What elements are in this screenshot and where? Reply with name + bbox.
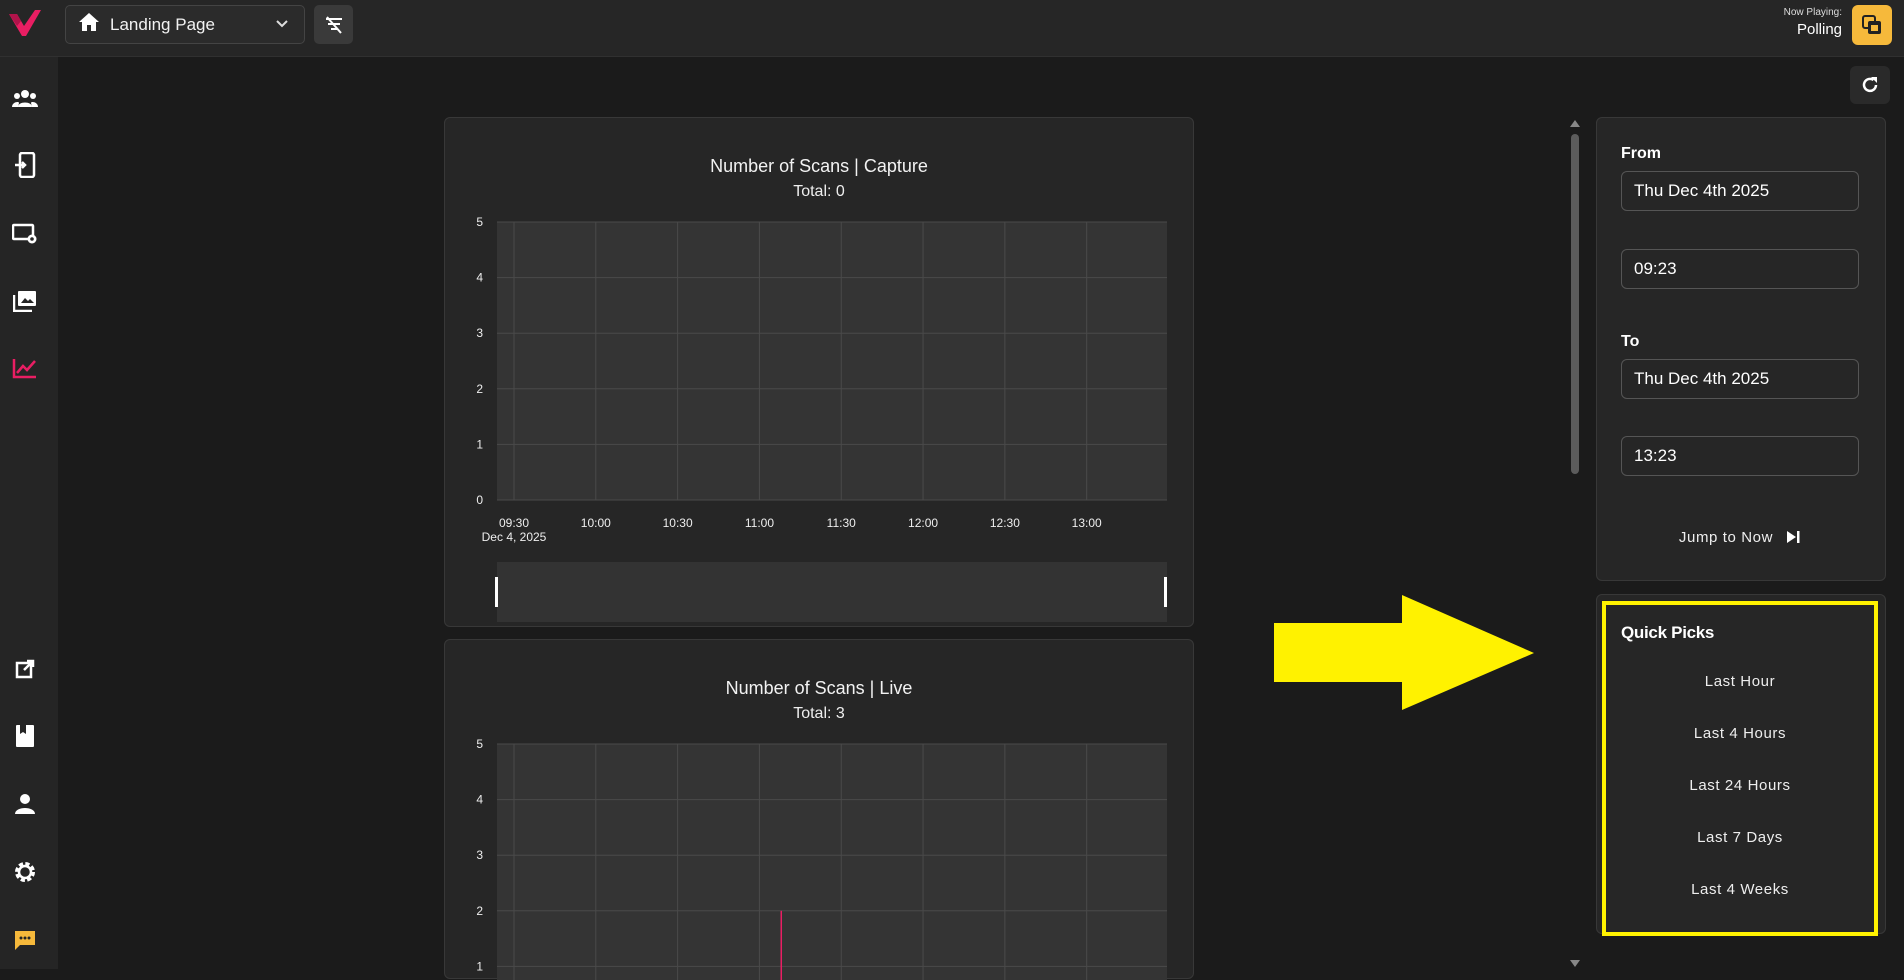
chart-card-live: Number of Scans | Live Total: 3 12345 [444,639,1194,980]
y-tick-label: 2 [476,382,483,396]
page-selector[interactable]: Landing Page [65,5,305,44]
skip-next-icon [1787,531,1800,543]
scans-capture-chart: 0 1 2 3 4 5 09:30 10:00 10:30 11:00 11:30 12:00 12:3… [476,215,1167,544]
top-bar: Landing Page Now Playing: Polling [0,0,1904,57]
main-scrollbar[interactable] [1568,118,1582,969]
display-settings-icon[interactable] [10,219,40,249]
jump-to-now-button[interactable]: Jump to Now [1621,519,1859,555]
refresh-button[interactable] [1850,66,1890,104]
jump-to-now-label: Jump to Now [1678,528,1774,546]
now-playing-value: Polling [1796,21,1842,38]
slider-handle-start[interactable] [495,577,498,607]
home-icon [78,12,100,37]
chart-card-capture: Number of Scans | Capture Total: 0 01234… [444,117,1194,627]
annotation-arrow [1274,595,1534,710]
y-tick-label: 4 [476,793,483,807]
scroll-down-icon[interactable] [1570,960,1580,967]
now-playing: Now Playing: Polling [1784,7,1842,38]
to-date-input[interactable] [1621,359,1859,399]
x-tick-label: 10:00 [581,516,611,530]
refresh-icon [1862,77,1878,93]
to-time-input[interactable] [1621,436,1859,476]
account-icon[interactable] [10,789,40,819]
chat-icon[interactable] [10,925,40,955]
analytics-icon[interactable] [10,353,40,383]
y-tick-label: 1 [476,437,483,451]
filter-off-button[interactable] [314,5,353,44]
y-tick-label: 3 [476,326,483,340]
quick-picks-highlight-box [1602,601,1878,936]
plot-area [497,222,1167,500]
x-tick-label: 11:30 [827,516,856,530]
scans-live-chart: 1 2 3 4 5 [476,737,1167,980]
now-playing-button[interactable] [1852,5,1892,45]
x-tick-label: 09:30 [499,516,529,530]
from-time-input[interactable] [1621,249,1859,289]
device-login-icon[interactable] [10,150,40,180]
x-tick-label: 13:00 [1072,516,1102,530]
time-range-slider[interactable] [495,562,1167,622]
chevron-down-icon [274,16,290,37]
x-date-label: Dec 4, 2025 [482,530,547,544]
scroll-up-icon[interactable] [1570,120,1580,127]
x-tick-label: 12:30 [990,516,1020,530]
y-tick-label: 3 [476,848,483,862]
to-label: To [1621,333,1640,350]
from-date-input[interactable] [1621,171,1859,211]
now-playing-label: Now Playing: [1783,7,1842,18]
y-tick-label: 1 [476,959,483,973]
y-tick-label: 4 [476,271,483,285]
slider-handle-end[interactable] [1164,577,1167,607]
external-link-icon[interactable] [10,654,40,684]
x-tick-label: 12:00 [908,516,938,530]
y-tick-label: 5 [476,737,483,751]
y-tick-label: 0 [476,493,483,507]
users-icon[interactable] [10,83,40,113]
filter-off-icon [325,15,342,34]
settings-icon[interactable] [10,857,40,887]
y-tick-label: 5 [476,215,483,229]
y-tick-label: 2 [476,904,483,918]
app-logo[interactable] [7,8,43,40]
page-selector-label: Landing Page [110,14,215,34]
plot-area [497,744,1167,980]
x-tick-label: 11:00 [745,516,774,530]
from-label: From [1621,145,1661,162]
date-range-panel: From To Jump to Now [1596,117,1886,581]
media-library-icon[interactable] [10,286,40,316]
scrollbar-thumb[interactable] [1571,134,1579,474]
x-tick-label: 10:30 [663,516,693,530]
layers-icon [1862,15,1881,34]
sidebar [0,57,58,969]
book-icon[interactable] [10,721,40,751]
